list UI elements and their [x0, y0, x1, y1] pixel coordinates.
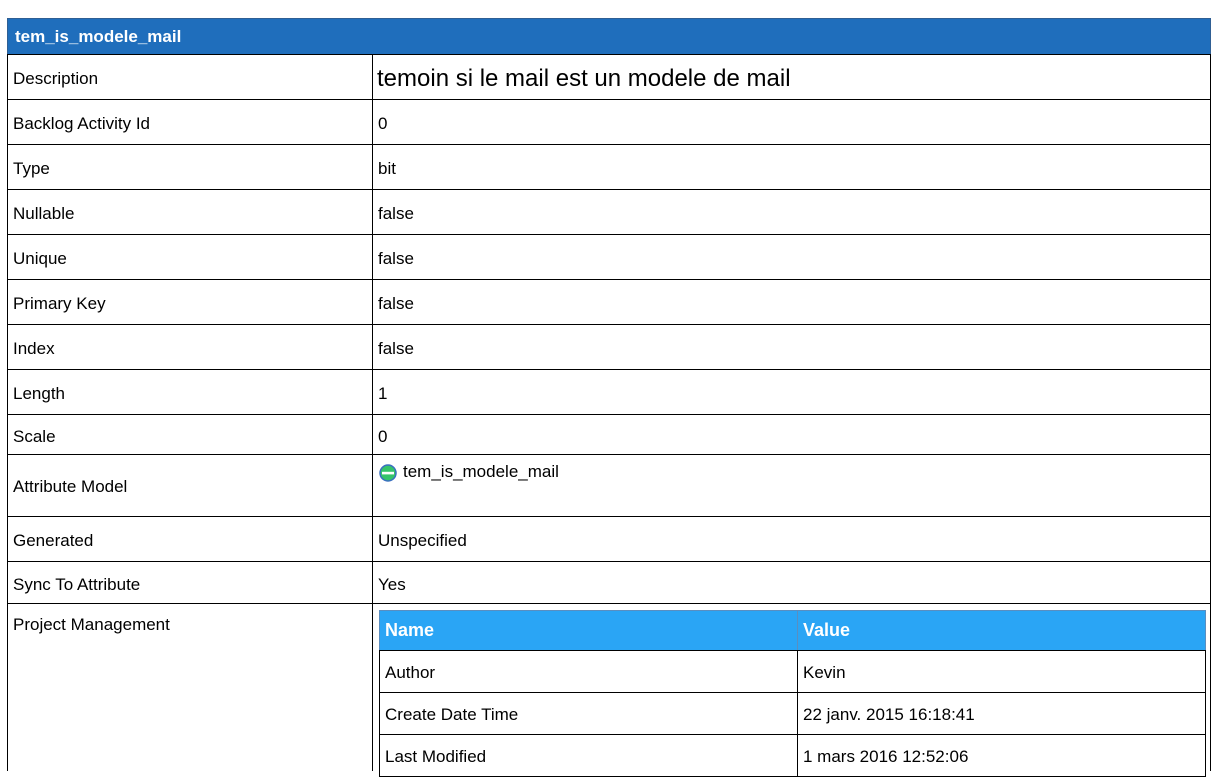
- pm-row-create-date-time: Create Date Time 22 janv. 2015 16:18:41: [379, 692, 1206, 735]
- value-attribute-model[interactable]: tem_is_modele_mail: [403, 462, 559, 482]
- row-scale: Scale 0: [7, 414, 1211, 455]
- row-nullable: Nullable false: [7, 189, 1211, 235]
- pm-value-author: Kevin: [803, 663, 846, 682]
- row-index: Index false: [7, 324, 1211, 370]
- label-primary-key: Primary Key: [13, 294, 106, 313]
- page-title: tem_is_modele_mail: [15, 27, 182, 46]
- pm-header-name: Name: [385, 620, 435, 640]
- label-nullable: Nullable: [13, 204, 75, 223]
- label-generated: Generated: [13, 531, 94, 550]
- row-type: Type bit: [7, 144, 1211, 190]
- label-project-management: Project Management: [13, 615, 170, 634]
- value-description: temoin si le mail est un modele de mail: [377, 65, 791, 92]
- label-length: Length: [13, 384, 65, 403]
- row-attribute-model: Attribute Model tem_is_modele_mail: [7, 454, 1211, 517]
- pm-name-last-modified: Last Modified: [385, 747, 487, 766]
- project-management-table: Name Value Author Kevin Create Date Time…: [372, 603, 1211, 777]
- value-sync-to-attribute: Yes: [378, 575, 406, 594]
- label-type: Type: [13, 159, 50, 178]
- label-backlog-activity-id: Backlog Activity Id: [13, 114, 151, 133]
- pm-name-author: Author: [385, 663, 436, 682]
- label-index: Index: [13, 339, 55, 358]
- row-sync-to-attribute: Sync To Attribute Yes: [7, 561, 1211, 604]
- value-index: false: [378, 339, 414, 358]
- label-sync-to-attribute: Sync To Attribute: [13, 575, 141, 594]
- value-backlog-activity-id: 0: [378, 114, 388, 133]
- row-backlog-activity-id: Backlog Activity Id 0: [7, 99, 1211, 145]
- property-sheet: tem_is_modele_mail Description temoin si…: [7, 18, 1211, 777]
- row-unique: Unique false: [7, 234, 1211, 280]
- label-description: Description: [13, 69, 99, 88]
- value-scale: 0: [378, 427, 388, 446]
- value-primary-key: false: [378, 294, 414, 313]
- value-generated: Unspecified: [378, 531, 467, 550]
- pm-header-row: Name Value: [379, 610, 1206, 651]
- row-description: Description temoin si le mail est un mod…: [7, 54, 1211, 100]
- value-length: 1: [378, 384, 388, 403]
- pm-header-value: Value: [803, 620, 851, 640]
- pm-name-create-date-time: Create Date Time: [385, 705, 519, 724]
- attribute-model-icon: [379, 464, 397, 482]
- pm-value-last-modified: 1 mars 2016 12:52:06: [803, 747, 969, 766]
- row-generated: Generated Unspecified: [7, 516, 1211, 562]
- label-attribute-model: Attribute Model: [13, 477, 128, 496]
- value-type: bit: [378, 159, 396, 178]
- pm-value-create-date-time: 22 janv. 2015 16:18:41: [803, 705, 975, 724]
- value-nullable: false: [378, 204, 414, 223]
- row-primary-key: Primary Key false: [7, 279, 1211, 325]
- pm-row-author: Author Kevin: [379, 650, 1206, 693]
- row-length: Length 1: [7, 369, 1211, 415]
- value-unique: false: [378, 249, 414, 268]
- row-project-management: Project Management Name Value Author Kev…: [7, 603, 1211, 777]
- label-scale: Scale: [13, 427, 56, 446]
- label-unique: Unique: [13, 249, 67, 268]
- title-bar: tem_is_modele_mail: [7, 18, 1211, 55]
